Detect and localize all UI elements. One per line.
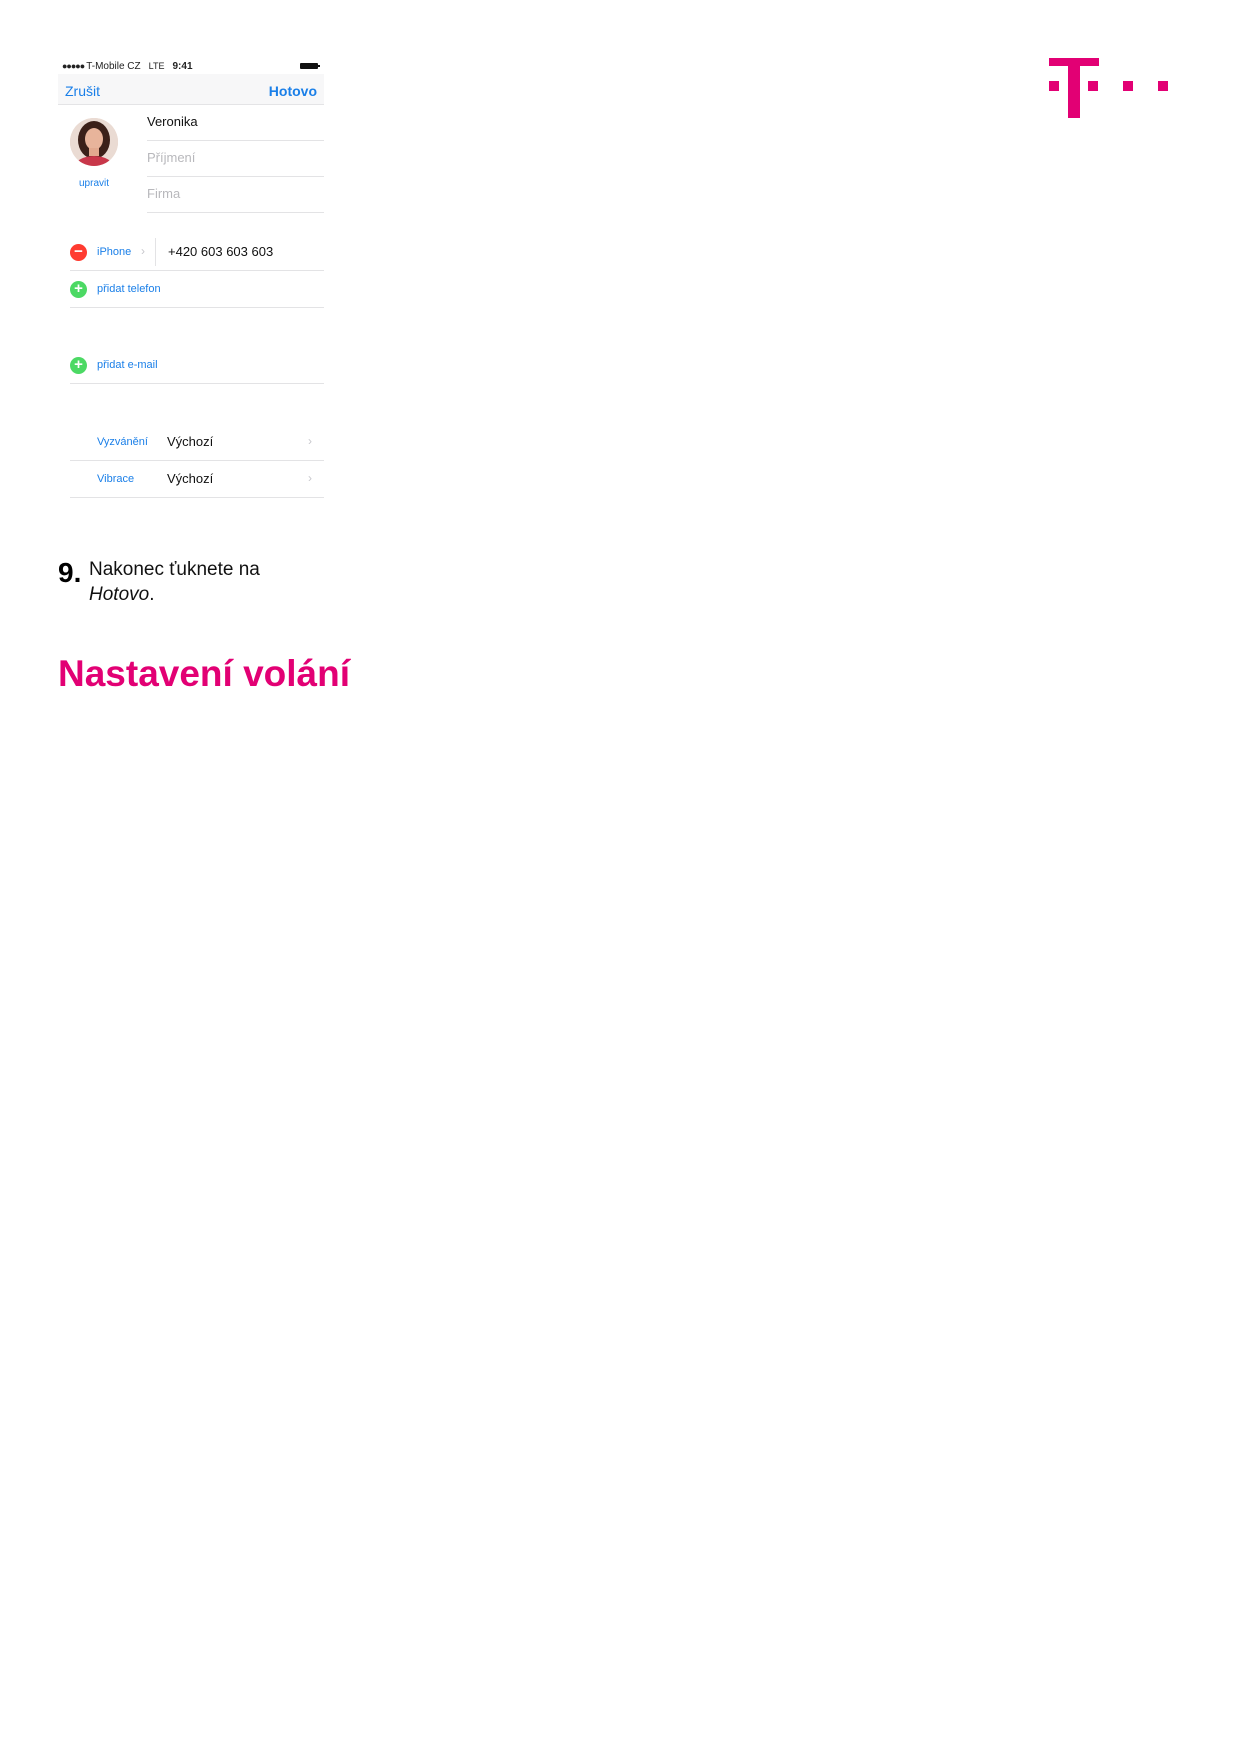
ringtone-label: Vyzvánění <box>97 436 148 448</box>
vibration-row[interactable]: Vibrace Výchozí › <box>70 461 324 498</box>
ringtone-row[interactable]: Vyzvánění Výchozí › <box>70 424 324 461</box>
chevron-right-icon: › <box>141 244 145 258</box>
add-phone-row[interactable]: + přidat telefon <box>70 271 324 308</box>
ringtone-value: Výchozí <box>167 434 214 449</box>
step-text: Nakonec ťuknete na Hotovo. <box>89 557 260 607</box>
network-type: LTE <box>148 61 165 71</box>
divider <box>155 238 156 266</box>
last-name-placeholder: Příjmení <box>147 150 196 165</box>
company-placeholder: Firma <box>147 186 181 201</box>
company-field[interactable]: Firma <box>147 176 324 213</box>
first-name-field[interactable]: Veronika <box>147 104 324 141</box>
add-phone-label: přidat telefon <box>97 283 161 295</box>
phone-label-selector[interactable]: iPhone <box>97 246 131 258</box>
last-name-field[interactable]: Příjmení <box>147 140 324 177</box>
chevron-right-icon: › <box>308 434 312 448</box>
remove-icon[interactable]: − <box>70 244 87 261</box>
step-text-end: . <box>149 584 155 605</box>
chevron-right-icon: › <box>308 471 312 485</box>
nav-bar: Zrušit Hotovo <box>58 74 324 105</box>
add-email-row[interactable]: + přidat e-mail <box>70 347 324 384</box>
signal-icon: ●●●●● <box>62 61 85 71</box>
vibration-label: Vibrace <box>97 473 135 485</box>
done-button[interactable]: Hotovo <box>269 83 317 99</box>
step-text-emphasis: Hotovo <box>89 584 150 605</box>
add-icon: + <box>70 281 87 298</box>
step-text-line1: Nakonec ťuknete na <box>89 559 260 580</box>
carrier-name: T-Mobile CZ <box>86 60 141 72</box>
section-heading: Nastavení volání <box>58 653 351 694</box>
phone-number-row: − iPhone › +420 603 603 603 <box>70 234 324 271</box>
first-name-value: Veronika <box>147 114 198 129</box>
cancel-button[interactable]: Zrušit <box>65 83 100 99</box>
status-bar: ●●●●● T-Mobile CZ LTE 9:41 <box>58 58 324 74</box>
add-email-label: přidat e-mail <box>97 359 158 371</box>
phone-screenshot: ●●●●● T-Mobile CZ LTE 9:41 Zrušit Hotovo… <box>58 58 324 512</box>
t-logo-icon <box>1049 58 1175 118</box>
edit-photo-link[interactable]: upravit <box>58 178 130 189</box>
status-time: 9:41 <box>172 60 193 72</box>
avatar[interactable] <box>70 118 118 166</box>
battery-icon <box>300 63 320 69</box>
vibration-value: Výchozí <box>167 471 214 486</box>
step-number: 9. <box>58 557 82 588</box>
phone-number-input[interactable]: +420 603 603 603 <box>168 244 273 259</box>
add-icon: + <box>70 357 87 374</box>
